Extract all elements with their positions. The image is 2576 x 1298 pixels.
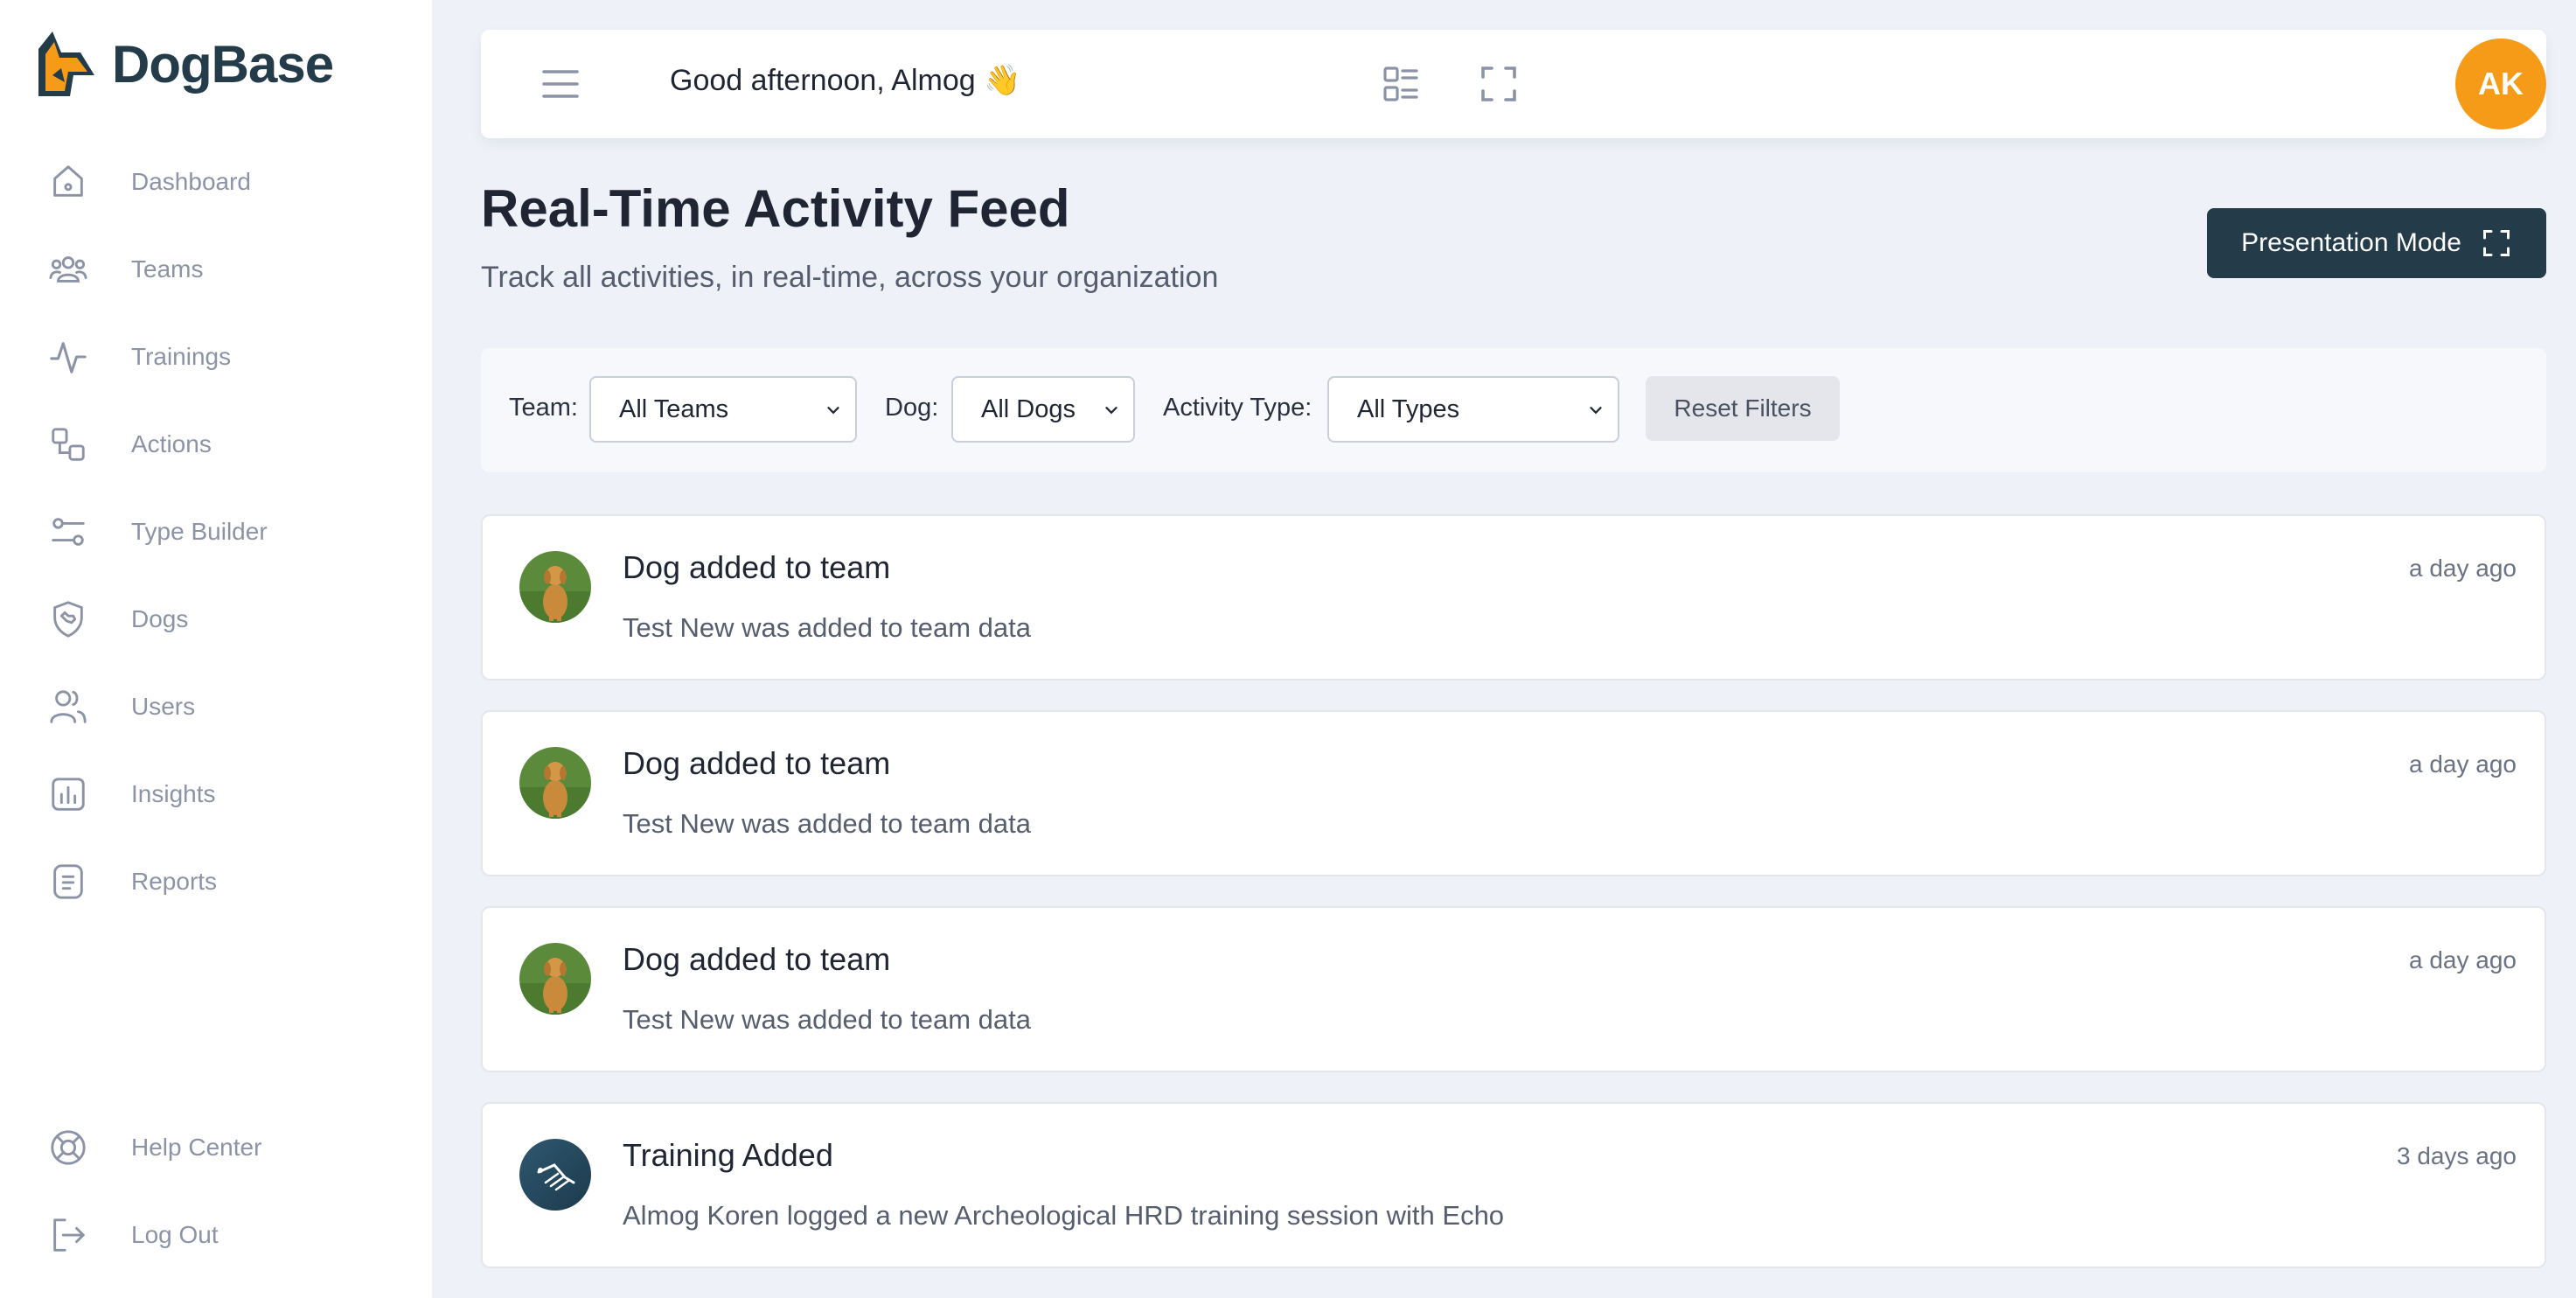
feed-item-time: 3 days ago xyxy=(2397,1142,2517,1169)
sidebar-item-label: Insights xyxy=(131,780,216,807)
page-title: Real-Time Activity Feed xyxy=(481,179,1070,238)
feed-item-description: Test New was added to team data xyxy=(623,808,1031,839)
team-filter-value: All Teams xyxy=(619,394,729,423)
activity-icon xyxy=(47,336,89,378)
sidebar-item-dogs[interactable]: Dogs xyxy=(0,576,432,663)
feed-item[interactable]: Dog added to team Test New was added to … xyxy=(481,710,2546,876)
training-icon xyxy=(519,1139,591,1211)
users-icon xyxy=(47,686,89,728)
dog-photo-avatar xyxy=(519,943,591,1015)
hamburger-menu-icon[interactable] xyxy=(539,66,582,101)
home-icon xyxy=(47,161,89,203)
dog-photo-avatar xyxy=(519,551,591,623)
chevron-down-icon xyxy=(827,407,839,415)
feed-item-description: Test New was added to team data xyxy=(623,1004,1031,1035)
sidebar-item-label: Reports xyxy=(131,868,218,895)
activity-type-filter-select[interactable]: All Types xyxy=(1327,376,1619,443)
lifebuoy-icon xyxy=(47,1127,89,1169)
greeting: Good afternoon, Almog 👋 xyxy=(670,63,1020,98)
sidebar: DogBase Dashboard Teams Trainings Action… xyxy=(0,0,432,1298)
feed-item-title: Dog added to team xyxy=(623,941,891,977)
sidebar-item-label: Dogs xyxy=(131,605,189,632)
feed-item[interactable]: Dog added to team Test New was added to … xyxy=(481,514,2546,680)
sidebar-item-help-center[interactable]: Help Center xyxy=(0,1104,432,1191)
team-filter-label: Team: xyxy=(509,394,578,422)
sidebar-item-type-builder[interactable]: Type Builder xyxy=(0,488,432,576)
chevron-down-icon xyxy=(1590,407,1602,415)
bar-chart-icon xyxy=(47,773,89,815)
wave-emoji: 👋 xyxy=(984,64,1021,97)
feed-item-time: a day ago xyxy=(2409,946,2517,974)
users-group-icon xyxy=(47,248,89,290)
dog-filter-label: Dog: xyxy=(885,394,939,422)
sidebar-item-label: Type Builder xyxy=(131,518,268,545)
presentation-mode-button[interactable]: Presentation Mode xyxy=(2207,208,2546,278)
feed-item-time: a day ago xyxy=(2409,750,2517,778)
fullscreen-icon xyxy=(2482,230,2510,256)
feed-item-description: Test New was added to team data xyxy=(623,612,1031,643)
dog-filter-select[interactable]: All Dogs xyxy=(951,376,1135,443)
sidebar-item-actions[interactable]: Actions xyxy=(0,401,432,488)
list-layout-icon[interactable] xyxy=(1380,63,1422,105)
sidebar-item-users[interactable]: Users xyxy=(0,663,432,750)
feed-item[interactable]: Training Added Almog Koren logged a new … xyxy=(481,1102,2546,1268)
user-avatar[interactable]: AK xyxy=(2455,38,2546,129)
sidebar-bottom-nav: Help Center Log Out xyxy=(0,1104,432,1279)
sidebar-item-trainings[interactable]: Trainings xyxy=(0,313,432,401)
sidebar-item-log-out[interactable]: Log Out xyxy=(0,1191,432,1279)
logo[interactable]: DogBase xyxy=(35,30,334,98)
fullscreen-icon[interactable] xyxy=(1478,63,1520,105)
team-filter-select[interactable]: All Teams xyxy=(589,376,857,443)
feed-item-description: Almog Koren logged a new Archeological H… xyxy=(623,1200,1505,1231)
sidebar-item-dashboard[interactable]: Dashboard xyxy=(0,138,432,226)
report-icon xyxy=(47,861,89,903)
sidebar-item-teams[interactable]: Teams xyxy=(0,226,432,313)
sliders-icon xyxy=(47,511,89,553)
sidebar-item-label: Dashboard xyxy=(131,168,251,195)
filters-bar: Team: All Teams Dog: All Dogs Activity T… xyxy=(481,348,2546,472)
sidebar-item-label: Help Center xyxy=(131,1134,262,1161)
sidebar-item-label: Log Out xyxy=(131,1221,219,1248)
page-subtitle: Track all activities, in real-time, acro… xyxy=(481,261,1219,294)
top-header: Good afternoon, Almog 👋 AK xyxy=(481,30,2546,138)
sidebar-item-label: Trainings xyxy=(131,343,232,370)
logo-text: DogBase xyxy=(112,34,334,94)
dog-filter-value: All Dogs xyxy=(981,394,1076,423)
dog-photo-avatar xyxy=(519,747,591,819)
sidebar-item-label: Actions xyxy=(131,430,212,457)
logout-icon xyxy=(47,1214,89,1256)
sidebar-item-label: Teams xyxy=(131,255,204,283)
feed-item-title: Dog added to team xyxy=(623,745,891,781)
sidebar-item-insights[interactable]: Insights xyxy=(0,750,432,838)
feed-item-time: a day ago xyxy=(2409,555,2517,582)
presentation-mode-label: Presentation Mode xyxy=(2241,228,2461,257)
feed-item[interactable]: Dog added to team Test New was added to … xyxy=(481,906,2546,1072)
activity-type-filter-value: All Types xyxy=(1357,394,1460,423)
feed-item-title: Dog added to team xyxy=(623,549,891,585)
shapes-icon xyxy=(47,423,89,465)
greeting-text: Good afternoon, Almog xyxy=(670,64,976,97)
sidebar-item-label: Users xyxy=(131,693,196,720)
dog-logo-icon xyxy=(38,31,94,96)
chevron-down-icon xyxy=(1105,407,1117,415)
reset-filters-button[interactable]: Reset Filters xyxy=(1646,376,1840,441)
shield-dog-icon xyxy=(47,598,89,640)
feed-item-title: Training Added xyxy=(623,1137,833,1173)
sidebar-nav: Dashboard Teams Trainings Actions Type B… xyxy=(0,138,432,925)
sidebar-item-reports[interactable]: Reports xyxy=(0,838,432,925)
activity-type-filter-label: Activity Type: xyxy=(1163,394,1312,422)
